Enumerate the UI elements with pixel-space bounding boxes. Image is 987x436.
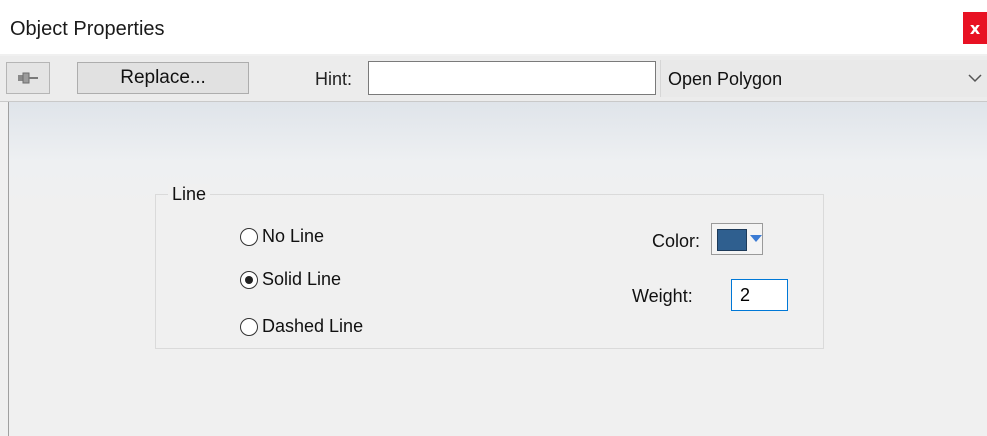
chevron-down-icon xyxy=(968,74,982,83)
radio-no-line[interactable]: No Line xyxy=(240,226,324,247)
pin-button[interactable] xyxy=(6,62,50,94)
title-bar: Object Properties x xyxy=(0,0,987,54)
radio-label: Solid Line xyxy=(262,269,342,289)
line-group-label: Line xyxy=(168,184,211,205)
toolbar: Replace... Hint: Open Polygon xyxy=(0,56,987,102)
window-title: Object Properties xyxy=(10,18,165,40)
dropdown-arrow-icon xyxy=(750,235,762,242)
object-type-dropdown[interactable]: Open Polygon xyxy=(660,60,987,97)
close-icon: x xyxy=(969,18,981,38)
radio-label: No Line xyxy=(262,226,325,246)
radio-dashed-line[interactable]: Dashed Line xyxy=(240,316,363,337)
radio-button[interactable] xyxy=(240,227,258,246)
pushpin-icon xyxy=(18,72,38,84)
replace-button[interactable]: Replace... xyxy=(77,62,249,94)
color-picker[interactable] xyxy=(711,223,763,255)
color-label: Color: xyxy=(652,231,701,251)
weight-input[interactable] xyxy=(731,279,788,311)
hint-label: Hint: xyxy=(315,69,353,89)
radio-label: Dashed Line xyxy=(262,316,364,336)
radio-solid-line[interactable]: Solid Line xyxy=(240,269,341,290)
radio-button[interactable] xyxy=(240,317,258,336)
hint-input[interactable] xyxy=(368,61,656,95)
radio-button[interactable] xyxy=(240,270,258,289)
close-button[interactable]: x xyxy=(963,12,987,44)
object-type-value: Open Polygon xyxy=(668,69,783,89)
weight-label: Weight: xyxy=(632,286,693,306)
color-swatch xyxy=(717,229,747,251)
